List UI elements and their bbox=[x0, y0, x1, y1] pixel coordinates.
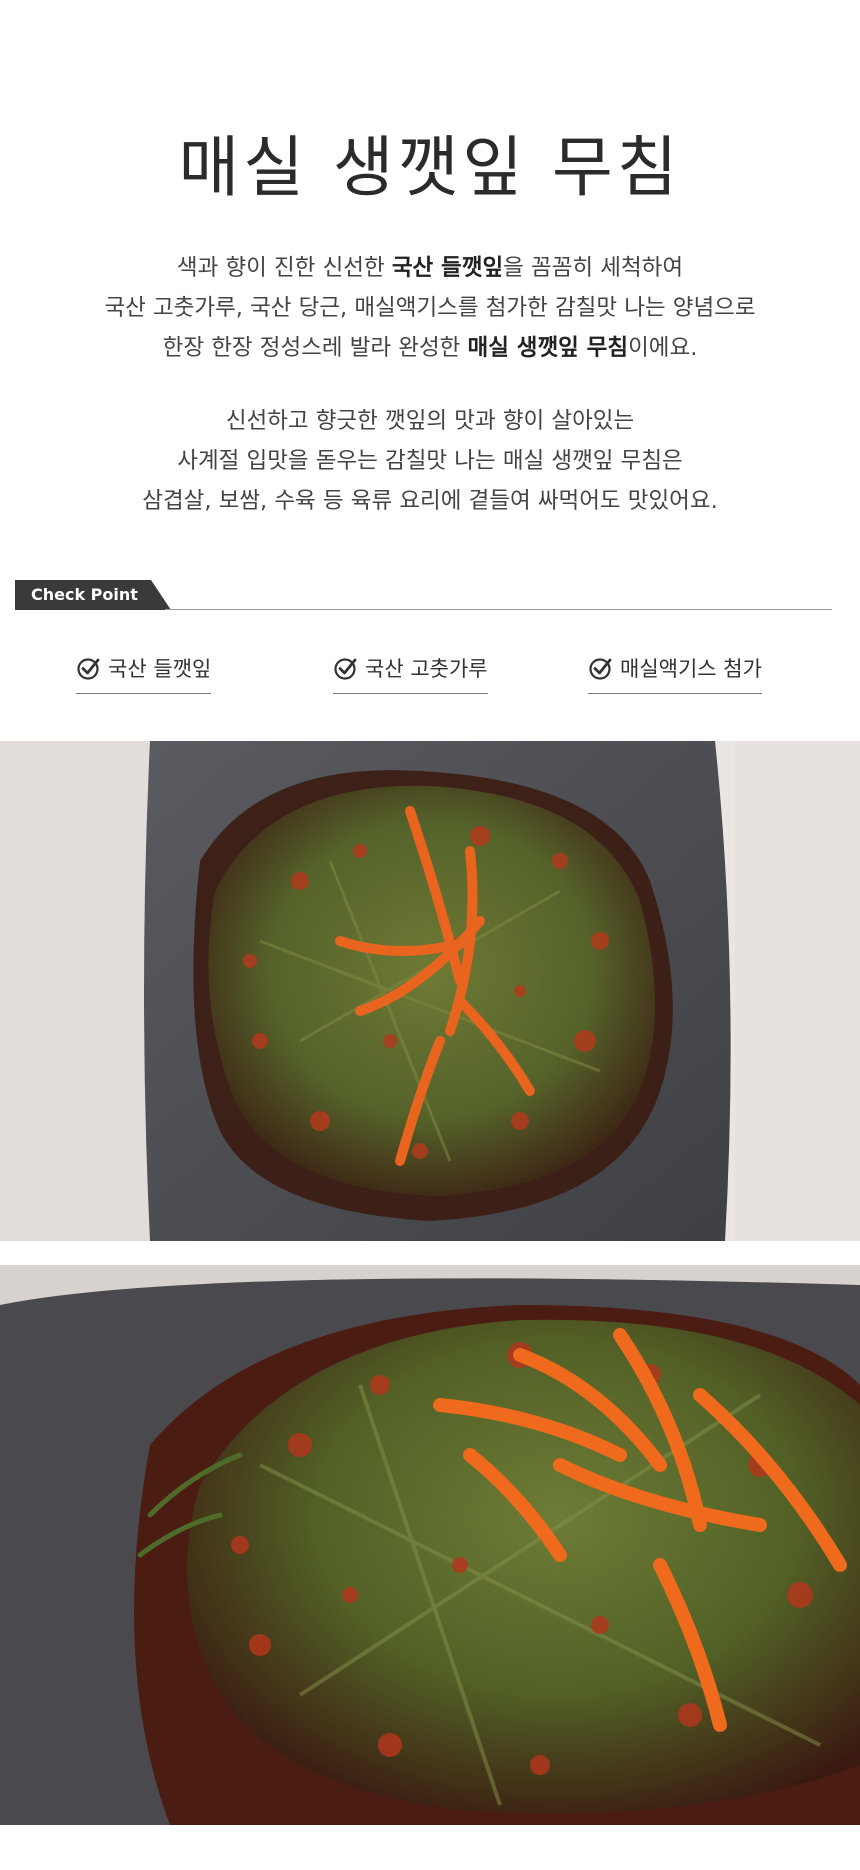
backdrop-texture bbox=[0, 741, 150, 1241]
description-text: 을 꼼꼼히 세척하여 bbox=[503, 255, 684, 281]
feature-item: 매실액기스 첨가 bbox=[588, 650, 762, 694]
description-line: 삼겹살, 보쌈, 수육 등 육류 요리에 곁들여 싸먹어도 맛있어요. bbox=[142, 488, 718, 514]
product-photo-1 bbox=[0, 741, 860, 1241]
feature-label: 매실액기스 첨가 bbox=[620, 657, 762, 681]
check-circle-icon bbox=[334, 658, 357, 680]
description-line: 사계절 입맛을 돋우는 감칠맛 나는 매실 생깻잎 무침은 bbox=[177, 448, 683, 474]
page-title: 매실 생깻잎 무침 bbox=[178, 129, 682, 207]
description-text: 국산 고춧가루, 국산 당근, 매실액기스를 첨가한 감칠맛 나는 양념으로 bbox=[104, 295, 756, 321]
perilla-leaf-stack bbox=[208, 785, 656, 1196]
divider bbox=[165, 609, 832, 610]
feature-label: 국산 들깻잎 bbox=[108, 657, 212, 681]
check-circle-icon bbox=[77, 658, 100, 680]
check-circle-icon bbox=[589, 658, 612, 680]
backdrop-texture bbox=[735, 741, 860, 1241]
description-line: 신선하고 향긋한 깻잎의 맛과 향이 살아있는 bbox=[225, 408, 635, 434]
description-text: 색과 향이 진한 신선한 bbox=[176, 255, 392, 281]
description-highlight: 매실 생깻잎 무침 bbox=[467, 335, 629, 361]
description-paragraph-1: 색과 향이 진한 신선한 국산 들깻잎을 꼼꼼히 세척하여 국산 고춧가루, 국… bbox=[0, 248, 860, 368]
description-text: 한장 한장 정성스레 발라 완성한 bbox=[162, 335, 468, 361]
description-highlight: 국산 들깻잎 bbox=[391, 255, 504, 281]
description-paragraph-2: 신선하고 향긋한 깻잎의 맛과 향이 살아있는 사계절 입맛을 돋우는 감칠맛 … bbox=[0, 401, 860, 521]
description-line: 한장 한장 정성스레 발라 완성한 매실 생깻잎 무침이에요. bbox=[0, 328, 860, 368]
description-text: 이에요. bbox=[628, 335, 698, 361]
description-line: 색과 향이 진한 신선한 국산 들깻잎을 꼼꼼히 세척하여 bbox=[0, 248, 860, 288]
feature-list: 국산 들깻잎 국산 고춧가루 매실액기스 첨가 bbox=[0, 650, 860, 694]
check-point-label: Check Point bbox=[15, 580, 171, 610]
feature-item: 국산 들깻잎 bbox=[76, 650, 212, 694]
check-point-header: Check Point bbox=[15, 580, 832, 610]
product-photo-2 bbox=[0, 1265, 860, 1825]
feature-item: 국산 고춧가루 bbox=[333, 650, 488, 694]
feature-label: 국산 고춧가루 bbox=[365, 657, 488, 681]
description-line: 국산 고춧가루, 국산 당근, 매실액기스를 첨가한 감칠맛 나는 양념으로 bbox=[0, 288, 860, 328]
